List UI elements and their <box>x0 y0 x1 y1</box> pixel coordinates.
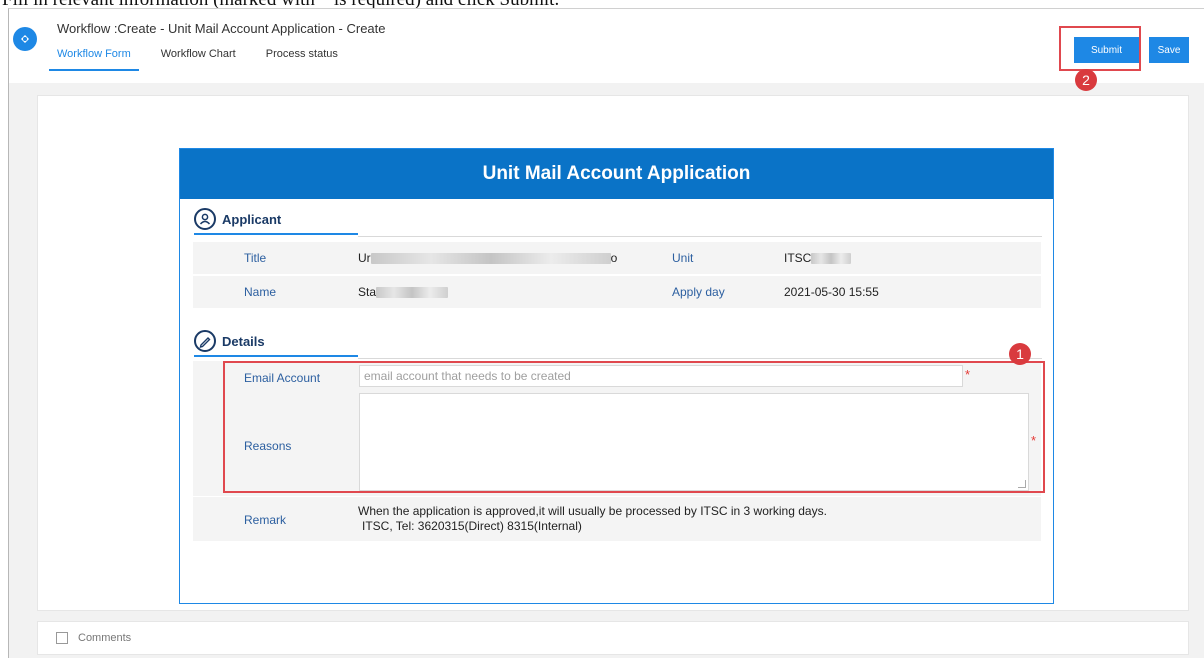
submit-button[interactable]: Submit <box>1074 37 1139 63</box>
tab-workflow-chart[interactable]: Workflow Chart <box>153 47 244 71</box>
annotation-badge-1: 1 <box>1009 343 1031 365</box>
workflow-title: Workflow :Create - Unit Mail Account App… <box>57 21 386 36</box>
title-value: Ur o <box>358 251 618 265</box>
section-details-label: Details <box>222 333 265 349</box>
remark-line-1: When the application is approved,it will… <box>358 504 827 518</box>
header: Workflow :Create - Unit Mail Account App… <box>9 9 1204 91</box>
email-required-mark: * <box>965 367 971 382</box>
save-button[interactable]: Save <box>1149 37 1189 63</box>
remark-row: Remark When the application is approved,… <box>193 497 1041 541</box>
app-logo-icon <box>13 27 37 51</box>
edit-icon <box>56 632 68 644</box>
applicant-row-name: Name Sta Apply day 2021-05-30 15:55 <box>193 276 1041 308</box>
section-details-heading: Details <box>194 327 358 357</box>
form-content-area: Unit Mail Account Application Applicant … <box>37 95 1189 611</box>
section-applicant-heading: Applicant <box>194 205 358 235</box>
email-account-label: Email Account <box>244 371 321 385</box>
unit-label: Unit <box>672 251 694 265</box>
section-divider <box>358 358 1042 359</box>
remark-label: Remark <box>244 513 287 527</box>
resize-handle-icon[interactable] <box>1018 480 1026 488</box>
name-label: Name <box>244 285 277 299</box>
remark-line-2: ITSC, Tel: 3620315(Direct) 8315(Internal… <box>362 519 582 533</box>
title-label: Title <box>244 251 267 265</box>
applicant-row-title: Title Ur o Unit ITSC <box>193 242 1041 274</box>
reasons-required-mark: * <box>1031 433 1037 448</box>
tab-workflow-form[interactable]: Workflow Form <box>49 47 139 71</box>
comments-bar[interactable]: Comments <box>37 621 1189 655</box>
email-account-input[interactable] <box>359 365 963 387</box>
name-value: Sta <box>358 285 449 299</box>
user-icon <box>194 208 216 230</box>
apply-day-value: 2021-05-30 15:55 <box>784 285 879 299</box>
section-applicant-label: Applicant <box>222 211 282 227</box>
reasons-label: Reasons <box>244 439 292 453</box>
application-form: Unit Mail Account Application Applicant … <box>179 148 1054 604</box>
instruction-caption: Fill in relevant information (marked wit… <box>0 0 1204 8</box>
tab-process-status[interactable]: Process status <box>258 47 346 71</box>
workflow-window: Workflow :Create - Unit Mail Account App… <box>8 8 1204 658</box>
unit-value: ITSC <box>784 251 852 265</box>
apply-day-label: Apply day <box>672 285 725 299</box>
tab-bar: Workflow Form Workflow Chart Process sta… <box>49 47 360 71</box>
reasons-textarea[interactable] <box>359 393 1029 491</box>
section-divider <box>358 236 1042 237</box>
comments-label: Comments <box>78 632 132 644</box>
annotation-badge-2: 2 <box>1075 69 1097 91</box>
form-title: Unit Mail Account Application <box>180 149 1053 199</box>
pen-icon <box>194 330 216 352</box>
